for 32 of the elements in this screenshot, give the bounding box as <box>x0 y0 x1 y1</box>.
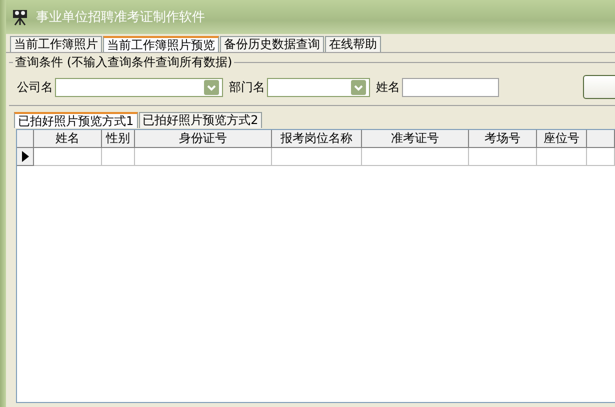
field-label: 公司名 <box>17 78 53 96</box>
tab[interactable]: 备份历史数据查询 <box>220 36 324 52</box>
column-header[interactable]: 身份证号 <box>135 130 272 148</box>
row-header[interactable] <box>17 148 34 166</box>
tab[interactable]: 已拍好照片预览方式2 <box>138 112 262 128</box>
camera-icon <box>12 8 28 26</box>
table-cell <box>34 148 102 166</box>
query-button[interactable] <box>583 75 615 99</box>
field-label: 部门名 <box>229 78 265 96</box>
column-header[interactable] <box>587 130 615 148</box>
table-cell <box>102 148 135 166</box>
window-title: 事业单位招聘准考证制作软件 <box>36 9 205 26</box>
corner-header <box>17 130 34 148</box>
dropdown-field[interactable] <box>55 78 223 96</box>
tab[interactable]: 已拍好照片预览方式1 <box>14 112 138 128</box>
tab[interactable]: 当前工作簿照片预览 <box>103 36 219 52</box>
text-field[interactable] <box>402 78 499 96</box>
column-header[interactable]: 性别 <box>102 130 135 148</box>
column-header[interactable]: 考场号 <box>469 130 537 148</box>
column-header[interactable]: 座位号 <box>537 130 587 148</box>
field-label: 姓名 <box>376 78 400 96</box>
table-cell <box>469 148 537 166</box>
tab[interactable]: 当前工作簿照片 <box>10 36 102 52</box>
column-header[interactable]: 报考岗位名称 <box>272 130 362 148</box>
column-header[interactable]: 准考证号 <box>362 130 469 148</box>
tab[interactable]: 在线帮助 <box>325 36 381 52</box>
dropdown-field[interactable] <box>267 78 370 96</box>
group-title: 查询条件 (不输入查询条件查询所有数据) <box>14 54 234 71</box>
table-cell <box>537 148 587 166</box>
current-row-icon <box>22 151 28 162</box>
table-cell <box>587 148 615 166</box>
column-header[interactable]: 姓名 <box>34 130 102 148</box>
